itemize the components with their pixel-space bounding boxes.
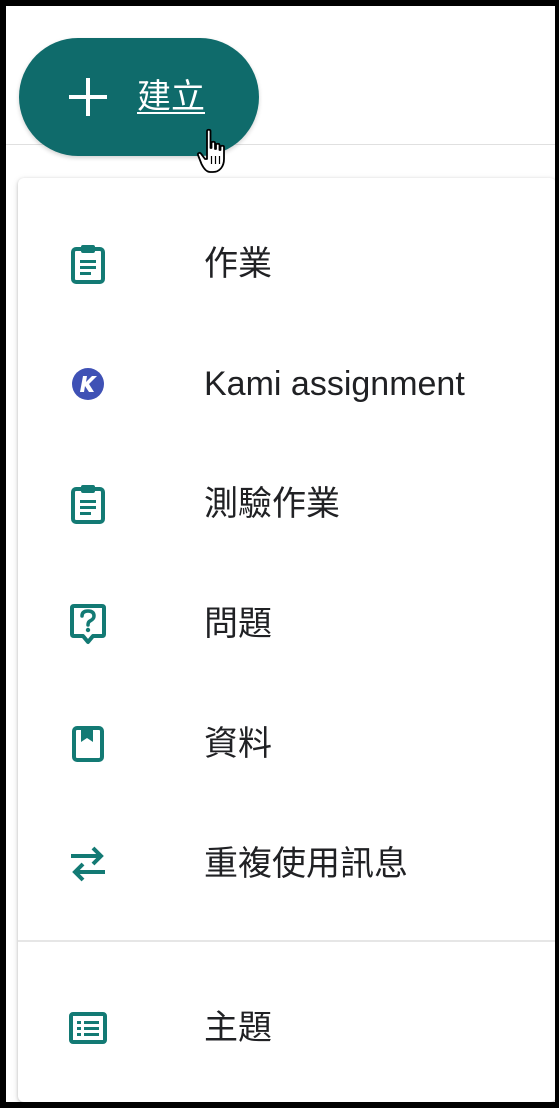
question-icon — [68, 604, 108, 644]
material-bookmark-icon — [68, 724, 108, 764]
assignment-clipboard-icon — [68, 244, 108, 284]
menu-item-quiz-assignment[interactable]: 測驗作業 — [18, 454, 555, 554]
plus-icon — [69, 78, 107, 116]
menu-item-label: 主題 — [204, 1008, 272, 1048]
quiz-clipboard-icon — [68, 484, 108, 524]
menu-item-label: 測驗作業 — [204, 484, 340, 524]
menu-item-kami-assignment[interactable]: Kami assignment — [18, 334, 555, 434]
menu-divider — [18, 940, 555, 942]
menu-item-label: Kami assignment — [204, 365, 465, 403]
topic-list-icon — [68, 1008, 108, 1048]
menu-item-label: 資料 — [204, 724, 272, 764]
menu-item-assignment[interactable]: 作業 — [18, 214, 555, 314]
menu-item-label: 作業 — [204, 244, 272, 284]
hand-pointer-cursor-icon — [196, 128, 232, 178]
menu-item-label: 問題 — [204, 604, 272, 644]
menu-item-question[interactable]: 問題 — [18, 574, 555, 674]
menu-item-topic[interactable]: 主題 — [18, 978, 555, 1078]
create-button-label: 建立 — [137, 77, 205, 117]
kami-logo-icon — [68, 364, 108, 404]
create-menu: 作業 Kami assignment 測驗作業 問題 資料 重複使用訊息 主題 — [18, 178, 555, 1102]
menu-item-label: 重複使用訊息 — [204, 844, 408, 884]
menu-item-reuse-post[interactable]: 重複使用訊息 — [18, 814, 555, 914]
menu-item-material[interactable]: 資料 — [18, 694, 555, 794]
screen-frame: 建立 作業 Kami assignment 測驗作業 問題 資料 重複使用訊息 … — [0, 0, 559, 1108]
reuse-arrows-icon — [68, 844, 108, 884]
